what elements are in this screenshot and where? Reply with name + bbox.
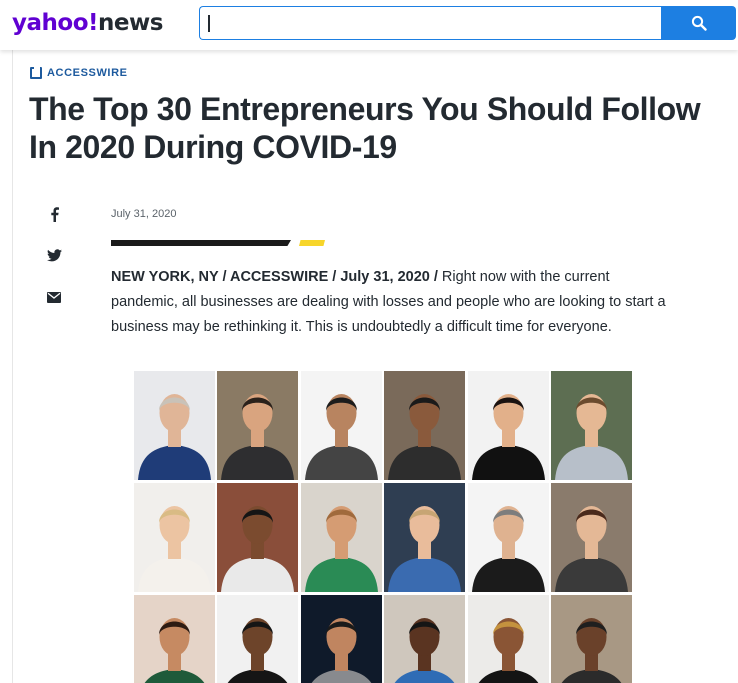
search-input[interactable] — [200, 7, 662, 39]
share-email-button[interactable] — [43, 286, 65, 308]
portrait-graphic — [467, 483, 549, 592]
portrait-graphic — [550, 483, 632, 592]
article-lead-paragraph: NEW YORK, NY / ACCESSWIRE / July 31, 202… — [111, 265, 666, 340]
source-name: ACCESSWIRE — [47, 67, 128, 79]
entrepreneurs-collage-image[interactable] — [134, 371, 632, 683]
portrait-photo — [300, 371, 382, 480]
portrait-photo — [467, 595, 549, 683]
portrait-photo — [467, 483, 549, 592]
share-twitter-button[interactable] — [43, 244, 65, 266]
top-bar: yahoo!news — [0, 0, 738, 50]
portrait-photo — [550, 483, 632, 592]
portrait-graphic — [384, 595, 466, 683]
portrait-photo — [550, 371, 632, 480]
twitter-icon — [46, 248, 62, 261]
portrait-photo — [217, 595, 299, 683]
portrait-graphic — [217, 371, 299, 480]
portrait-photo — [134, 595, 215, 683]
dateline: NEW YORK, NY / ACCESSWIRE / July 31, 202… — [111, 269, 438, 285]
yahoo-news-logo[interactable]: yahoo!news — [12, 9, 163, 37]
search-button[interactable] — [661, 6, 736, 40]
portrait-photo — [217, 483, 299, 592]
portrait-photo — [384, 483, 466, 592]
portrait-graphic — [217, 483, 299, 592]
portrait-graphic — [217, 595, 299, 683]
divider-yellow — [299, 240, 325, 246]
accesswire-logo-icon — [30, 67, 42, 79]
article-container: ACCESSWIRE The Top 30 Entrepreneurs You … — [12, 50, 738, 683]
portrait-photo — [384, 371, 466, 480]
mail-icon — [47, 291, 61, 303]
article-title: The Top 30 Entrepreneurs You Should Foll… — [29, 91, 701, 165]
portrait-photo — [300, 483, 382, 592]
share-facebook-button[interactable] — [43, 203, 65, 225]
portrait-photo — [467, 371, 549, 480]
portrait-photo — [134, 483, 215, 592]
portrait-graphic — [550, 595, 632, 683]
publish-date: July 31, 2020 — [111, 208, 177, 220]
portrait-graphic — [134, 483, 215, 592]
facebook-icon — [50, 206, 59, 222]
source-brand[interactable]: ACCESSWIRE — [30, 67, 128, 79]
portrait-graphic — [134, 371, 215, 480]
portrait-graphic — [467, 595, 549, 683]
portrait-graphic — [550, 371, 632, 480]
logo-yahoo-text: yahoo! — [12, 10, 98, 36]
portrait-graphic — [384, 371, 466, 480]
text-caret — [208, 15, 210, 32]
portrait-photo — [134, 371, 215, 480]
portrait-photo — [550, 595, 632, 683]
portrait-photo — [217, 371, 299, 480]
portrait-graphic — [384, 483, 466, 592]
search-box[interactable] — [199, 6, 662, 40]
portrait-graphic — [134, 595, 215, 683]
portrait-photo — [300, 595, 382, 683]
logo-news-text: news — [97, 10, 163, 36]
portrait-graphic — [467, 371, 549, 480]
portrait-graphic — [300, 483, 382, 592]
portrait-graphic — [300, 595, 382, 683]
portrait-graphic — [300, 371, 382, 480]
search-icon — [691, 15, 707, 31]
portrait-photo — [384, 595, 466, 683]
divider-black — [111, 240, 291, 246]
